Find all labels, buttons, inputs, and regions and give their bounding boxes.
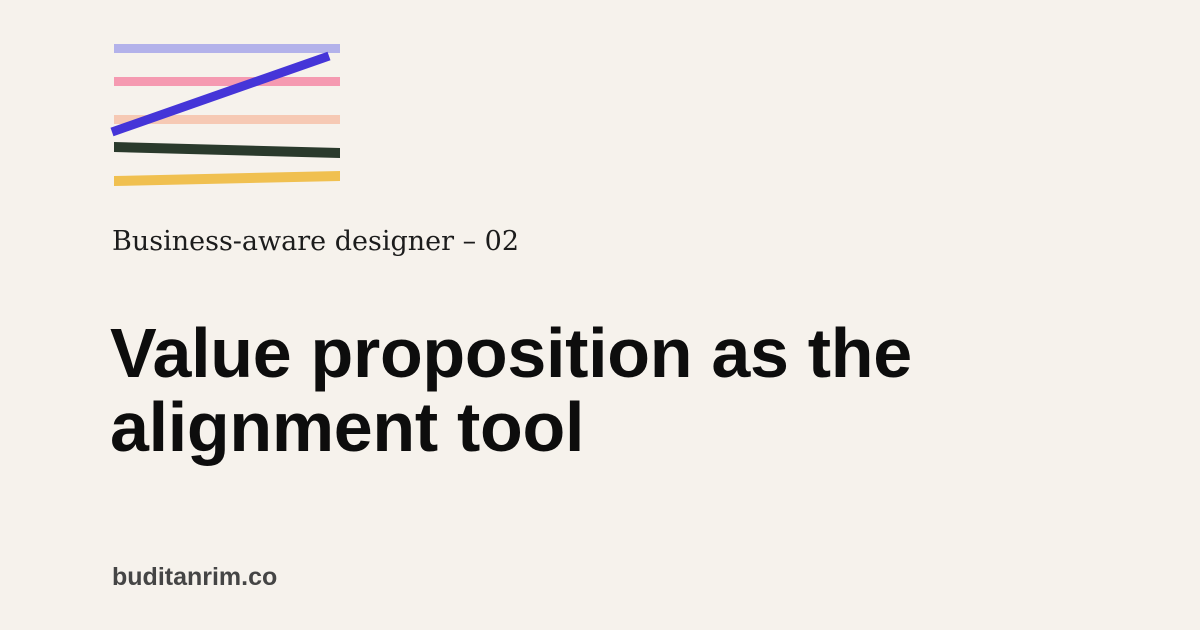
pink-stripe <box>114 77 340 86</box>
lavender-stripe <box>114 44 340 53</box>
og-card: Business-aware designer – 02 Value propo… <box>0 0 1200 630</box>
yellow-stripe <box>114 171 340 186</box>
series-label: Business-aware designer – 02 <box>112 226 520 257</box>
article-title: Value proposition as the alignment tool <box>110 314 912 466</box>
site-domain: buditanrim.co <box>112 563 278 591</box>
dark-green-stripe <box>114 142 340 158</box>
stripes-logo-icon <box>110 44 340 186</box>
